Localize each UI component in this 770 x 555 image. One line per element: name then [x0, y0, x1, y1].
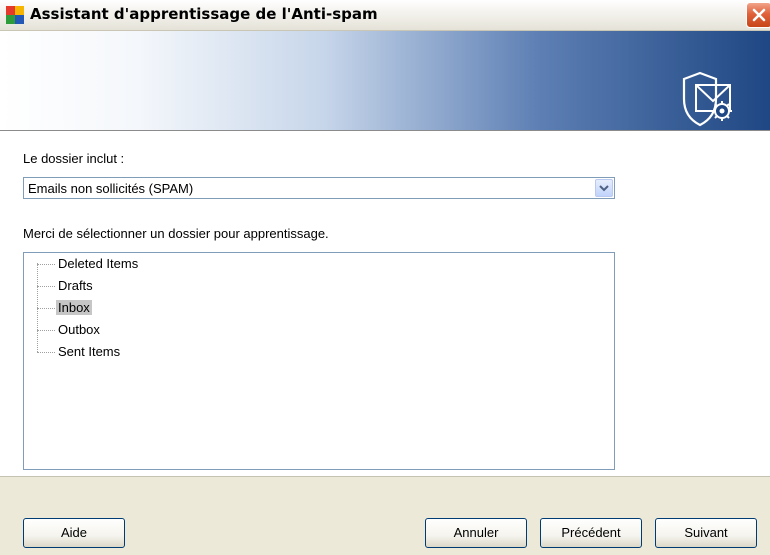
tree-item-label: Deleted Items	[58, 256, 139, 271]
tree-branch-line	[37, 286, 55, 287]
header-banner	[0, 31, 770, 131]
folder-type-value: Emails non sollicités (SPAM)	[28, 181, 194, 196]
previous-button[interactable]: Précédent	[540, 518, 642, 548]
footer-button-bar: Aide Annuler Précédent Suivant	[0, 476, 770, 555]
folder-type-label: Le dossier inclut :	[23, 151, 125, 166]
tree-branch-line	[37, 264, 55, 265]
tree-item-label: Drafts	[58, 278, 93, 293]
tree-item-label: Sent Items	[58, 344, 121, 359]
tree-branch-line	[37, 330, 55, 331]
folder-type-select[interactable]: Emails non sollicités (SPAM)	[23, 177, 615, 199]
tree-item-label: Outbox	[58, 322, 100, 337]
close-icon	[752, 8, 766, 22]
tree-branch-line	[37, 352, 55, 353]
shield-envelope-gear-icon	[682, 71, 732, 127]
title-bar[interactable]: Assistant d'apprentissage de l'Anti-spam	[0, 0, 770, 31]
dropdown-button[interactable]	[595, 179, 613, 197]
tree-branch-line	[37, 308, 55, 309]
folder-tree[interactable]: Deleted Items Drafts Inbox Outbox Sent I…	[23, 252, 615, 470]
next-button[interactable]: Suivant	[655, 518, 757, 548]
avg-colored-squares-icon	[6, 6, 24, 24]
anti-spam-training-wizard: Assistant d'apprentissage de l'Anti-spam…	[0, 0, 770, 555]
close-button[interactable]	[746, 2, 770, 28]
content-area: Le dossier inclut : Emails non sollicité…	[0, 131, 770, 476]
chevron-down-icon	[599, 185, 609, 192]
help-button[interactable]: Aide	[23, 518, 125, 548]
cancel-button[interactable]: Annuler	[425, 518, 527, 548]
folder-instruction-label: Merci de sélectionner un dossier pour ap…	[23, 226, 329, 241]
window-title: Assistant d'apprentissage de l'Anti-spam	[30, 5, 378, 23]
tree-item-label: Inbox	[56, 300, 92, 315]
